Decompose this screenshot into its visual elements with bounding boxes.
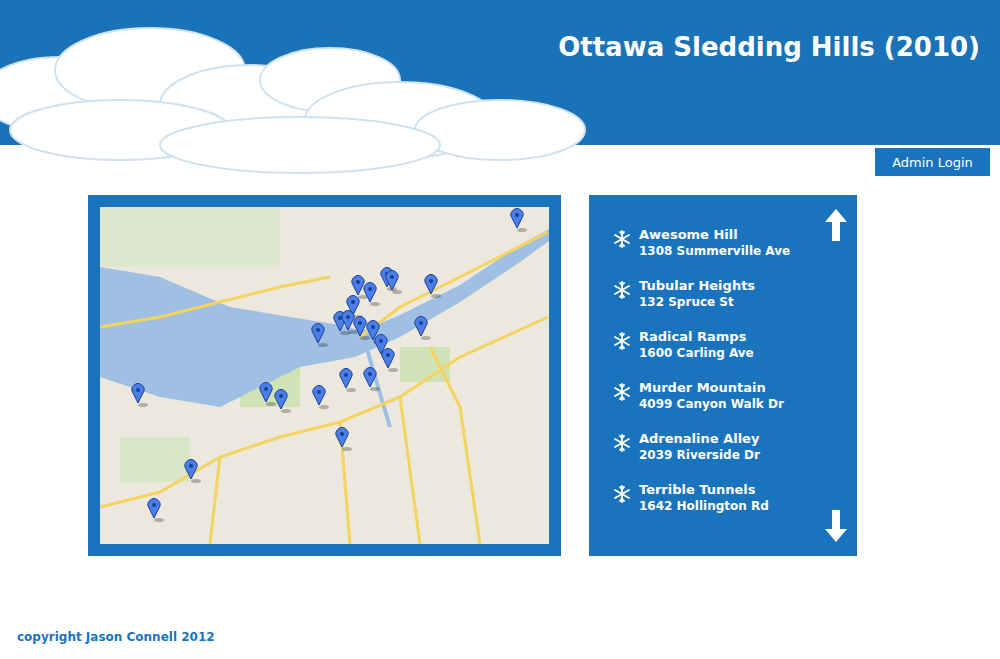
road — [100, 317, 548, 507]
hill-address: 1308 Summerville Ave — [639, 243, 790, 259]
snowflake-icon — [613, 281, 631, 299]
hill-name: Murder Mountain — [639, 380, 784, 396]
down-arrow-icon[interactable] — [825, 510, 847, 542]
road — [210, 457, 220, 544]
map[interactable] — [100, 207, 549, 544]
map-pin-icon[interactable] — [425, 275, 441, 298]
hill-item[interactable]: Murder Mountain4099 Canyon Walk Dr — [613, 380, 825, 412]
hill-text: Radical Ramps1600 Carling Ave — [639, 329, 754, 361]
header: Ottawa Sledding Hills (2010) — [0, 0, 1000, 145]
map-pin-icon[interactable] — [132, 384, 148, 407]
up-arrow-icon[interactable] — [825, 209, 847, 241]
page: Ottawa Sledding Hills (2010) Admin Login A… — [0, 0, 1000, 659]
map-pin-icon[interactable] — [511, 209, 527, 232]
map-pin-icon[interactable] — [386, 271, 402, 294]
map-pin-icon[interactable] — [381, 268, 397, 291]
site-title: Ottawa Sledding Hills (2010) — [558, 0, 1000, 62]
hill-item[interactable]: Awesome Hill1308 Summerville Ave — [613, 227, 825, 259]
map-pin-icon[interactable] — [148, 499, 164, 522]
map-pin-icon[interactable] — [185, 460, 201, 483]
snowflake-icon — [613, 230, 631, 248]
hill-item[interactable]: Adrenaline Alley2039 Riverside Dr — [613, 431, 825, 463]
map-pin-icon[interactable] — [312, 324, 328, 347]
snowflake-icon — [613, 332, 631, 350]
snowflake-icon — [613, 383, 631, 401]
hill-item[interactable]: Tubular Heights132 Spruce St — [613, 278, 825, 310]
map-pin-icon[interactable] — [336, 428, 352, 451]
road — [400, 397, 420, 544]
road — [430, 347, 480, 544]
map-panel — [88, 195, 561, 556]
hill-text: Terrible Tunnels1642 Hollington Rd — [639, 482, 769, 514]
map-pin-icon[interactable] — [340, 369, 356, 392]
map-pin-icon[interactable] — [260, 383, 276, 406]
hill-name: Awesome Hill — [639, 227, 790, 243]
map-pin-icon[interactable] — [364, 283, 380, 306]
road — [360, 232, 548, 337]
map-pin-icon[interactable] — [382, 349, 398, 372]
admin-login-button[interactable]: Admin Login — [875, 148, 990, 176]
hill-name: Terrible Tunnels — [639, 482, 769, 498]
hill-text: Adrenaline Alley2039 Riverside Dr — [639, 431, 760, 463]
hill-item[interactable]: Radical Ramps1600 Carling Ave — [613, 329, 825, 361]
clouds-icon — [0, 0, 620, 175]
main-content: Awesome Hill1308 Summerville Ave Tubular … — [0, 195, 1000, 556]
hill-address: 1642 Hollington Rd — [639, 498, 769, 514]
hill-name: Radical Ramps — [639, 329, 754, 345]
hill-address: 132 Spruce St — [639, 294, 755, 310]
river — [100, 229, 549, 407]
hill-text: Awesome Hill1308 Summerville Ave — [639, 227, 790, 259]
hill-text: Tubular Heights132 Spruce St — [639, 278, 755, 310]
map-pin-icon[interactable] — [364, 368, 380, 391]
hill-item[interactable]: Terrible Tunnels1642 Hollington Rd — [613, 482, 825, 514]
hill-address: 1600 Carling Ave — [639, 345, 754, 361]
hill-name: Adrenaline Alley — [639, 431, 760, 447]
hill-address: 4099 Canyon Walk Dr — [639, 396, 784, 412]
road — [100, 277, 330, 327]
hill-address: 2039 Riverside Dr — [639, 447, 760, 463]
hill-name: Tubular Heights — [639, 278, 755, 294]
map-pin-icon[interactable] — [313, 386, 329, 409]
footer: copyright Jason Connell 2012 — [0, 630, 1000, 644]
hill-text: Murder Mountain4099 Canyon Walk Dr — [639, 380, 784, 412]
scroll-arrows — [825, 207, 847, 544]
hill-list: Awesome Hill1308 Summerville Ave Tubular … — [613, 207, 825, 544]
hill-list-panel: Awesome Hill1308 Summerville Ave Tubular … — [589, 195, 857, 556]
map-pin-icon[interactable] — [415, 317, 431, 340]
snowflake-icon — [613, 485, 631, 503]
snowflake-icon — [613, 434, 631, 452]
map-pin-icon[interactable] — [275, 390, 291, 413]
